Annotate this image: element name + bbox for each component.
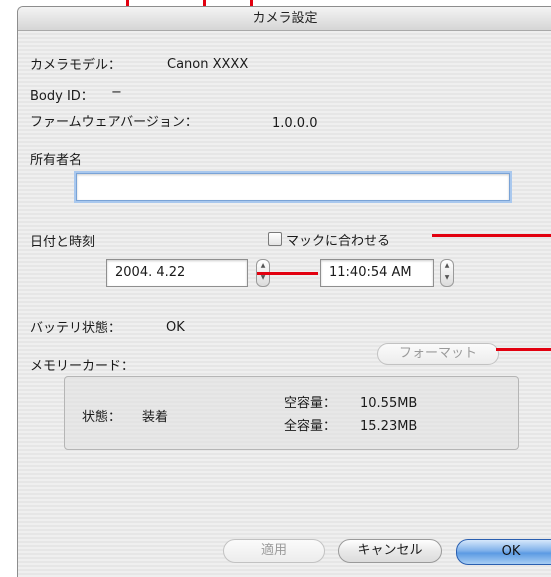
firmware-label: ファームウェアバージョン： — [30, 115, 198, 130]
total-space-value: 15.23MB — [360, 419, 418, 434]
memory-card-info-box — [64, 376, 519, 450]
firmware-value: 1.0.0.0 — [272, 116, 318, 131]
free-space-value: 10.55MB — [360, 396, 418, 411]
free-space-label: 空容量： — [284, 396, 337, 411]
camera-model-label: カメラモデル： — [30, 58, 122, 73]
card-status-value: 装着 — [142, 410, 169, 425]
callout-line-stepper-h — [257, 272, 318, 275]
window-title: カメラ設定 — [18, 7, 551, 31]
body-id-value: − — [111, 85, 122, 100]
camera-model-value: Canon XXXX — [167, 57, 249, 72]
stepper-down-icon: ▼ — [260, 274, 266, 281]
date-field[interactable]: 2004. 4.22 — [106, 259, 248, 287]
sync-mac-label[interactable]: マックに合わせる — [286, 230, 390, 249]
battery-value: OK — [166, 320, 185, 335]
sync-mac-checkbox[interactable] — [268, 232, 282, 246]
stepper-down-icon: ▼ — [444, 274, 450, 281]
callout-line-sync — [432, 234, 551, 237]
camera-settings-window: カメラ設定 カメラモデル： Canon XXXX Body ID： − ファーム… — [17, 6, 551, 577]
card-status-label: 状態： — [82, 410, 122, 425]
body-id-label: Body ID： — [30, 89, 94, 104]
total-space-label: 全容量： — [284, 419, 337, 434]
cancel-button[interactable]: キャンセル — [338, 539, 442, 563]
stepper-up-icon: ▲ — [260, 262, 266, 269]
memory-card-label: メモリーカード： — [30, 359, 135, 374]
format-button[interactable]: フォーマット — [377, 343, 499, 365]
ok-button[interactable]: OK — [456, 539, 551, 565]
owner-name-input[interactable] — [76, 173, 510, 201]
apply-button[interactable]: 適用 — [223, 539, 325, 563]
stepper-up-icon: ▲ — [444, 262, 450, 269]
battery-label: バッテリ状態： — [30, 321, 122, 336]
time-stepper[interactable]: ▲ ▼ — [440, 259, 454, 287]
time-field[interactable]: 11:40:54 AM — [320, 259, 434, 287]
callout-line-format — [496, 348, 551, 351]
owner-label: 所有者名 — [30, 153, 83, 168]
datetime-label: 日付と時刻 — [30, 235, 96, 250]
